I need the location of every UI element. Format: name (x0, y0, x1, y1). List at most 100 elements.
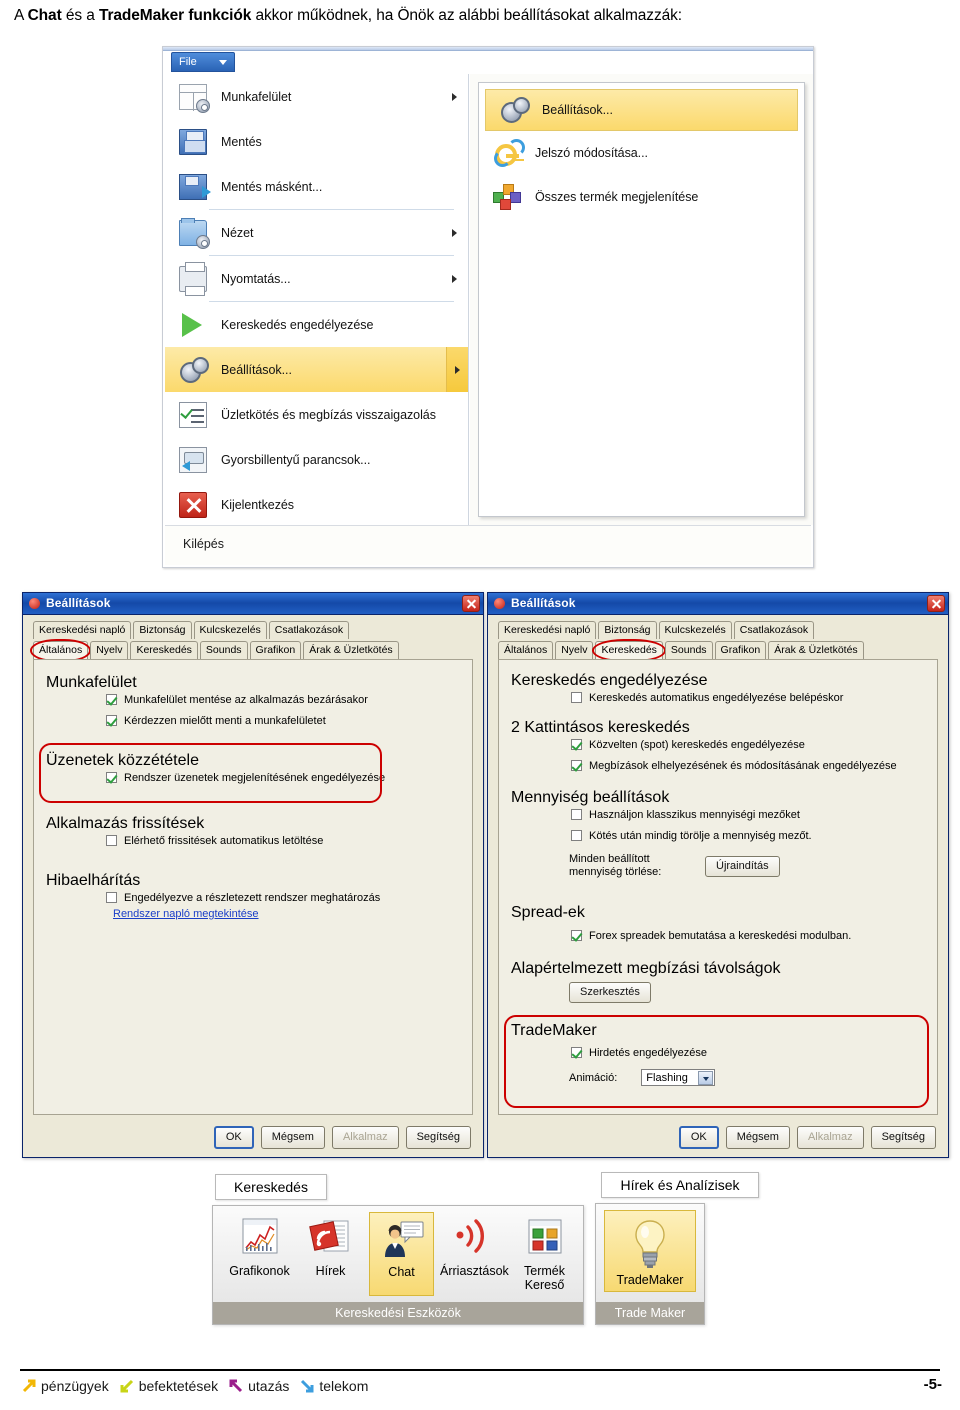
tab-grafikon[interactable]: Grafikon (249, 641, 302, 659)
tab-kereskedes[interactable]: Kereskedés (592, 639, 667, 662)
checkbox-reszletezett-rendszer[interactable] (106, 892, 117, 903)
toolbar-button-arriasztasok[interactable]: Árriasztások (440, 1212, 509, 1296)
tab-csatlakozasok[interactable]: Csatlakozások (733, 621, 815, 639)
menu-item-nyomtatas[interactable]: Nyomtatás... (165, 256, 468, 301)
checkbox-row[interactable]: Kereskedés automatikus engedélyezése bel… (511, 687, 925, 708)
group-alkalmazas-frissitesek: Alkalmazás frissítések Elérhető frissité… (46, 815, 460, 851)
checkbox-spot-kereskedes[interactable] (571, 739, 582, 750)
tab-kulcskezeles[interactable]: Kulcskezelés (193, 621, 267, 639)
toolbar-button-hirek[interactable]: Hírek (298, 1212, 363, 1296)
checkbox-row[interactable]: Munkafelület mentése az alkalmazás bezár… (46, 689, 460, 710)
tab-arak-uzletkotes[interactable]: Árak & Üzletkötés (768, 641, 864, 659)
cancel-button[interactable]: Mégsem (725, 1126, 790, 1149)
toolbar-button-chat[interactable]: Chat (369, 1212, 435, 1296)
menu-item-uzletkotes-visszaigazolas[interactable]: Üzletkötés és megbízás visszaigazolás (165, 392, 468, 437)
submenu-item-beallitasok[interactable]: Beállítások... (485, 89, 798, 131)
close-icon[interactable] (927, 595, 945, 612)
tab-kulcskezeles[interactable]: Kulcskezelés (658, 621, 732, 639)
tab-kereskedes[interactable]: Kereskedés (130, 641, 198, 659)
tooltip-hirek-es-analizisek: Hírek és Analízisek (601, 1172, 759, 1198)
menu-item-beallitasok[interactable]: Beállítások... (165, 347, 468, 392)
apply-button[interactable]: Alkalmaz (796, 1126, 864, 1149)
tab-nyelv[interactable]: Nyelv (90, 641, 129, 659)
checkbox-elerheto-frissitesek[interactable] (106, 835, 117, 846)
checkbox-row[interactable]: Elérhető frissitések automatikus letölté… (46, 830, 460, 851)
tab-biztonsag[interactable]: Biztonság (133, 621, 192, 639)
tab-sounds[interactable]: Sounds (664, 641, 713, 659)
animation-select[interactable]: Flashing (641, 1069, 716, 1086)
file-menu-tab[interactable]: File (171, 52, 235, 72)
product-finder-icon (512, 1218, 577, 1264)
cancel-button[interactable]: Mégsem (260, 1126, 325, 1149)
checkbox-row[interactable]: Használjon klasszikus mennyiségi mezőket (511, 804, 925, 825)
checkbox-munkafelulet-mentese[interactable] (106, 694, 117, 705)
trading-toolbar: Grafikonok Hírek Chat Árriasztások Termé… (212, 1205, 584, 1325)
ok-button[interactable]: OK (213, 1126, 254, 1149)
tab-grafikon[interactable]: Grafikon (714, 641, 767, 659)
menu-item-gyorsbillentyu[interactable]: Gyorsbillentyű parancsok... (165, 437, 468, 482)
toolbar-button-grafikonok[interactable]: Grafikonok (227, 1212, 292, 1296)
checkbox-row[interactable]: Engedélyezve a részletezett rendszer meg… (46, 887, 460, 908)
checkbox-row[interactable]: Kérdezzen mielőtt menti a munkafelületet (46, 710, 460, 731)
menu-item-nezet[interactable]: Nézet (165, 210, 468, 255)
apply-button[interactable]: Alkalmaz (331, 1126, 399, 1149)
footer-item-utazas[interactable]: utazás (248, 1378, 289, 1394)
menu-item-kijelentkezes[interactable]: Kijelentkezés (165, 482, 468, 527)
toolbar-button-label: Hírek (315, 1264, 346, 1278)
dialog-tabs: Kereskedési napló Biztonság Kulcskezelés… (498, 621, 938, 662)
group-title: Hibaelhárítás (46, 872, 141, 889)
tab-altalanos[interactable]: Általános (498, 641, 554, 659)
tab-altalanos[interactable]: Általános (29, 639, 92, 662)
checkbox-row[interactable]: Hirdetés engedélyezése (511, 1042, 925, 1063)
footer-item-telekom[interactable]: telekom (319, 1378, 368, 1394)
checkbox-row[interactable]: Rendszer üzenetek megjelenítésének enged… (46, 767, 460, 788)
tab-kereskedesi-naplo[interactable]: Kereskedési napló (498, 621, 597, 639)
checkbox-automatikus-engedelyezes[interactable] (571, 692, 582, 703)
save-as-icon (179, 173, 211, 200)
checkbox-kerdezzen-mielott-menti[interactable] (106, 715, 117, 726)
submenu-arrow-icon (452, 228, 457, 237)
footer-item-penzugyek[interactable]: pénzügyek (41, 1378, 109, 1394)
page-title: A Chat és a TradeMaker funkciók akkor mű… (14, 6, 944, 26)
tab-kereskedesi-naplo[interactable]: Kereskedési napló (33, 621, 132, 639)
submenu-item-jelszo-modositasa[interactable]: Jelszó módosítása... (479, 131, 804, 175)
toolbar-button-termek-kereso[interactable]: Termék Kereső (512, 1212, 577, 1296)
menu-item-kilepes[interactable]: Kilépés (183, 537, 224, 551)
menu-item-kereskedes-engedelyezese[interactable]: Kereskedés engedélyezése (165, 302, 468, 347)
menu-item-munkafelulet[interactable]: Munkafelület (165, 74, 468, 119)
chevron-down-icon[interactable] (698, 1071, 714, 1085)
checkbox-hirdetes-engedelyezese[interactable] (571, 1047, 582, 1058)
checkbox-row[interactable]: Közvelten (spot) kereskedés engedélyezés… (511, 734, 925, 755)
checkbox-row[interactable]: Forex spreadek bemutatása a kereskedési … (511, 925, 925, 946)
menu-item-mentes[interactable]: Mentés (165, 119, 468, 164)
checkbox-kotes-utan-torolje[interactable] (571, 830, 582, 841)
checkbox-megbizasok-elhelyezese[interactable] (571, 760, 582, 771)
key-change-icon (493, 139, 525, 167)
edit-distances-button[interactable]: Szerkesztés (569, 982, 651, 1003)
ok-button[interactable]: OK (678, 1126, 719, 1149)
close-icon[interactable] (462, 595, 480, 612)
checkbox-row[interactable]: Megbízások elhelyezésének és módosításán… (511, 755, 925, 776)
submenu-item-osszes-termek[interactable]: Összes termék megjelenítése (479, 175, 804, 219)
help-button[interactable]: Segítség (870, 1126, 936, 1149)
footer-item-befektetesek[interactable]: befektetések (139, 1378, 218, 1394)
menu-item-mentes-maskent[interactable]: Mentés másként... (165, 164, 468, 209)
tab-nyelv[interactable]: Nyelv (555, 641, 594, 659)
chat-person-icon (370, 1219, 433, 1265)
help-button[interactable]: Segítség (405, 1126, 471, 1149)
tab-arak-uzletkotes[interactable]: Árak & Üzletkötés (303, 641, 399, 659)
checkbox-rendszer-uzenetek[interactable] (106, 772, 117, 783)
tab-csatlakozasok[interactable]: Csatlakozások (268, 621, 350, 639)
dialog-tabs-row-2: Általános Nyelv Kereskedés Sounds Grafik… (498, 639, 938, 662)
checkbox-row[interactable]: Kötés után mindig törölje a mennyiség me… (511, 825, 925, 846)
file-menu-footer: Kilépés (165, 525, 811, 565)
submenu-item-label: Összes termék megjelenítése (535, 190, 699, 204)
toolbar-button-trademaker[interactable]: TradeMaker (604, 1210, 696, 1292)
group-2-kattintasos-kereskedes: 2 Kattintásos kereskedés Közvelten (spot… (511, 719, 925, 776)
checkbox-forex-spreadek[interactable] (571, 930, 582, 941)
tab-sounds[interactable]: Sounds (199, 641, 248, 659)
reset-quantity-button[interactable]: Újraindítás (705, 855, 780, 877)
tab-biztonsag[interactable]: Biztonság (598, 621, 657, 639)
checkbox-klasszikus-mennyisegi-mezok[interactable] (571, 809, 582, 820)
link-rendszer-naplo[interactable]: Rendszer napló megtekintése (46, 908, 460, 920)
